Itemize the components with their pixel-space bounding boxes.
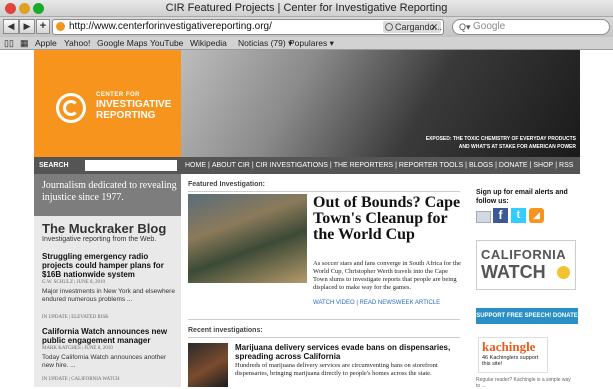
free-speech-button[interactable]: SUPPORT FREE SPEECH! DONATE xyxy=(476,308,578,324)
header-caption-line-1: EXPOSED: THE TOXIC CHEMISTRY OF EVERYDAY… xyxy=(425,136,576,142)
recent-label: Recent investigations: xyxy=(188,327,263,334)
nav-about[interactable]: ABOUT CIR xyxy=(210,157,252,174)
kachingle-logo: kachingle xyxy=(482,339,536,354)
nav-reporters[interactable]: THE REPORTERS xyxy=(332,157,395,174)
loading-icon xyxy=(385,23,393,31)
bookmarks-bar: ▯▯ ▦ Apple Yahoo! Google Maps YouTube Wi… xyxy=(0,37,613,50)
nav-home[interactable]: HOME xyxy=(181,157,208,174)
post-1-meta[interactable]: IN UPDATE | ELEVATED RISK xyxy=(42,315,109,320)
blog-title[interactable]: The Muckraker Blog xyxy=(42,221,166,236)
bookmark-youtube[interactable]: YouTube xyxy=(150,37,183,50)
bookmark-google-maps[interactable]: Google Maps xyxy=(97,37,148,50)
post-2-meta[interactable]: IN UPDATE | CALIFORNIA WATCH xyxy=(42,377,120,382)
close-window-icon[interactable] xyxy=(5,3,16,14)
grid-icon[interactable]: ▦ xyxy=(20,37,29,50)
nav-reporter-tools[interactable]: REPORTER TOOLS xyxy=(397,157,465,174)
logo-line-1: CENTER FOR xyxy=(96,92,140,98)
signup-text: Sign up for email alerts and follow us: xyxy=(476,189,568,205)
post-1-excerpt: Major investments in New York and elsewh… xyxy=(42,288,175,303)
minimize-window-icon[interactable] xyxy=(19,3,30,14)
post-1-byline: G.W. SCHULZ | JUNE 8, 2010 xyxy=(42,280,106,285)
window-title: CIR Featured Projects | Center for Inves… xyxy=(165,2,448,14)
window-titlebar: CIR Featured Projects | Center for Inves… xyxy=(0,0,613,17)
sun-icon xyxy=(557,266,570,279)
kachingle-note: Regular reader? Kachingle is a simple wa… xyxy=(476,377,571,389)
recent-photo[interactable] xyxy=(188,343,228,387)
featured-headline[interactable]: Out of Bounds? Cape Town's Cleanup for t… xyxy=(313,195,468,243)
nav-donate[interactable]: DONATE xyxy=(497,157,530,174)
search-label: SEARCH xyxy=(39,162,69,169)
search-row: SEARCH xyxy=(34,157,181,174)
blog-subtitle: Investigative reporting from the Web. xyxy=(42,236,157,243)
featured-body: As soccer stars and fans converge in Sou… xyxy=(313,260,461,291)
featured-label: Featured Investigation: xyxy=(188,181,266,188)
california-watch-ad[interactable]: CALIFORNIA WATCH xyxy=(476,240,576,290)
header-caption: EXPOSED: THE TOXIC CHEMISTRY OF EVERYDAY… xyxy=(340,136,576,150)
left-sidebar: Journalism dedicated to revealing injust… xyxy=(34,174,181,387)
cw-line-2: WATCH xyxy=(481,262,546,282)
recent-divider-top xyxy=(188,319,460,320)
rss-icon[interactable]: ◢ xyxy=(529,208,544,223)
logo-line-2: INVESTIGATIVE xyxy=(96,99,172,110)
back-button[interactable]: ◀ xyxy=(3,19,19,34)
facebook-icon[interactable]: f xyxy=(493,208,508,223)
post-2-byline: MARK KATCHES | JUNE 8, 2010 xyxy=(42,346,113,351)
search-placeholder: Google xyxy=(473,21,506,32)
url-input[interactable]: http://www.centerforinvestigativereporti… xyxy=(52,19,444,35)
zoom-window-icon[interactable] xyxy=(33,3,44,14)
header-caption-line-2: AND WHAT'S AT STAKE FOR AMERICAN POWER xyxy=(458,144,576,150)
post-1-title[interactable]: Struggling emergency radio projects coul… xyxy=(42,252,174,279)
featured-links[interactable]: WATCH VIDEO | READ NEWSWEEK ARTICLE xyxy=(313,300,440,306)
url-text: http://www.centerforinvestigativereporti… xyxy=(69,21,272,32)
cw-line-1: CALIFORNIA xyxy=(481,247,567,262)
twitter-icon[interactable]: t xyxy=(511,208,526,223)
logo-line-3: REPORTING xyxy=(96,110,156,121)
nav-rss[interactable]: RSS xyxy=(557,157,575,174)
favicon-icon xyxy=(56,22,65,31)
nav-shop[interactable]: SHOP xyxy=(531,157,555,174)
bookmark-apple[interactable]: Apple xyxy=(35,37,57,50)
bookmark-populares[interactable]: Populares ▾ xyxy=(289,37,334,50)
book-icon[interactable]: ▯▯ xyxy=(4,37,14,50)
bookmark-noticias[interactable]: Noticias (79) ▾ xyxy=(238,37,292,50)
bookmark-wikipedia[interactable]: Wikipedia xyxy=(190,37,227,50)
add-bookmark-button[interactable]: + xyxy=(36,19,50,34)
recent-body: Hundreds of marijuana delivery services … xyxy=(235,362,438,377)
bookmark-yahoo[interactable]: Yahoo! xyxy=(64,37,90,50)
search-engine-input[interactable]: Q▾ Google xyxy=(452,19,610,35)
featured-photo[interactable] xyxy=(188,194,307,283)
post-2-title[interactable]: California Watch announces new public en… xyxy=(42,327,174,345)
site-search-input[interactable] xyxy=(85,160,177,171)
browser-toolbar: ◀ ▶ + http://www.centerforinvestigativer… xyxy=(0,17,613,37)
recent-headline[interactable]: Marijuana delivery services evade bans o… xyxy=(235,343,463,361)
email-icon[interactable] xyxy=(476,211,491,223)
featured-divider xyxy=(188,191,460,192)
stop-icon[interactable]: ✕ xyxy=(430,21,438,33)
forward-button[interactable]: ▶ xyxy=(19,19,35,34)
kachingle-count: 46 Kachinglers support this site! xyxy=(482,355,539,367)
nav-investigations[interactable]: CIR INVESTIGATIONS xyxy=(254,157,330,174)
search-icon: Q▾ xyxy=(459,22,471,32)
recent-divider xyxy=(188,337,460,338)
nav-blogs[interactable]: BLOGS xyxy=(467,157,495,174)
loading-indicator: Cargando... ✕ xyxy=(383,21,442,33)
tagline: Journalism dedicated to revealing injust… xyxy=(34,174,181,216)
main-nav: HOME | ABOUT CIR | CIR INVESTIGATIONS | THE RE… xyxy=(181,157,580,174)
cir-logo-inner-icon xyxy=(63,100,79,116)
post-2-excerpt: Today California Watch announces another… xyxy=(42,354,167,369)
kachingle-widget[interactable]: kachingle 46 Kachinglers support this si… xyxy=(478,337,548,373)
